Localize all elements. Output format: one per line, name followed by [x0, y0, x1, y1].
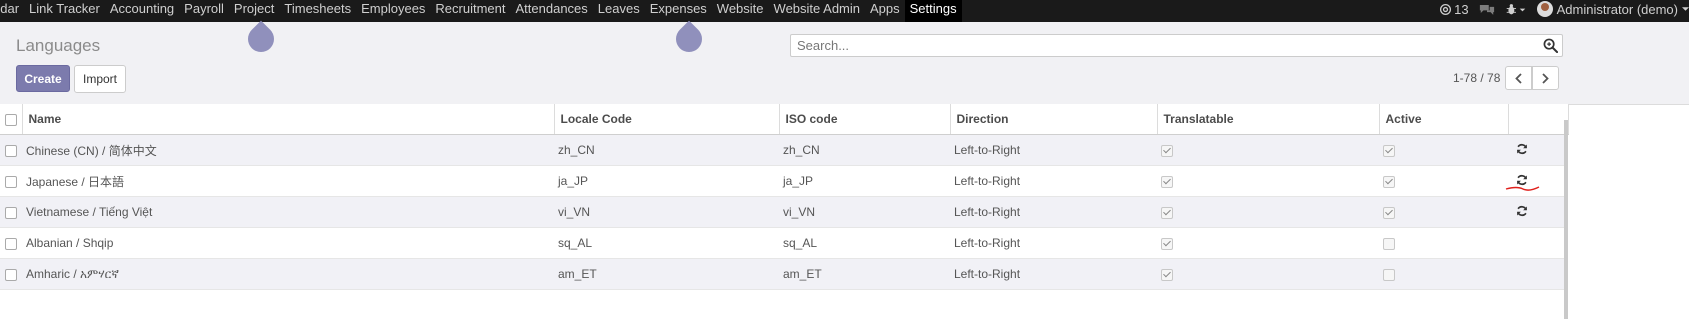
table-row[interactable]: Chinese (CN) / 简体中文 zh_CN zh_CN Left-to-Rig… — [0, 134, 1568, 166]
menu-item-apps[interactable]: Apps — [865, 0, 905, 22]
cell-iso: ja_JP — [779, 165, 950, 197]
column-header-actions — [1508, 104, 1569, 135]
table-row[interactable]: Vietnamese / Tiếng Việt vi_VN vi_VN Left-to… — [0, 196, 1568, 228]
chevron-left-icon — [1515, 72, 1522, 84]
column-header-iso[interactable]: ISO code — [779, 104, 951, 135]
column-header-name[interactable]: Name — [22, 104, 555, 135]
pager-next-button[interactable] — [1532, 66, 1559, 90]
cell-translatable — [1157, 196, 1379, 228]
cell-actions — [1508, 196, 1568, 228]
scrollbar[interactable] — [1564, 120, 1568, 319]
cell-translatable — [1157, 134, 1379, 166]
cell-actions — [1508, 134, 1568, 166]
cell-actions — [1508, 258, 1568, 290]
annotation-underline — [1505, 186, 1540, 191]
cell-active — [1379, 258, 1508, 290]
cell-locale: am_ET — [554, 258, 779, 290]
languages-list: Name Locale Code ISO code Direction Tran… — [0, 104, 1569, 290]
row-select-checkbox[interactable] — [0, 227, 22, 259]
menu-item-recruitment[interactable]: Recruitment — [430, 0, 510, 22]
column-header-direction[interactable]: Direction — [950, 104, 1158, 135]
user-name: Administrator (demo) — [1556, 1, 1678, 17]
cell-active — [1379, 134, 1508, 166]
refresh-icon[interactable] — [1516, 143, 1528, 155]
app-menu: ndarLink TrackerAccountingPayrollProject… — [0, 0, 962, 22]
systray: 13 Administrator (demo) — [1439, 0, 1689, 22]
menu-item-timesheets[interactable]: Timesheets — [279, 0, 356, 22]
cell-direction: Left-to-Right — [950, 134, 1157, 166]
table-header: Name Locale Code ISO code Direction Tran… — [0, 104, 1569, 135]
cell-locale: ja_JP — [554, 165, 779, 197]
cell-iso: vi_VN — [779, 196, 950, 228]
row-select-checkbox[interactable] — [0, 134, 22, 166]
menu-item-website[interactable]: Website — [712, 0, 769, 22]
refresh-icon[interactable] — [1516, 205, 1528, 217]
cell-name: Chinese (CN) / 简体中文 — [22, 134, 554, 166]
menu-item-ndar[interactable]: ndar — [0, 0, 24, 22]
cell-name: Amharic / አምሃርኛ — [22, 258, 554, 290]
import-button[interactable]: Import — [74, 65, 126, 93]
cell-locale: sq_AL — [554, 227, 779, 259]
pager-value[interactable]: 1-78 / 78 — [1453, 71, 1500, 85]
cell-active — [1379, 165, 1508, 197]
cell-direction: Left-to-Right — [950, 196, 1157, 228]
avatar — [1536, 1, 1553, 17]
chevron-right-icon — [1542, 72, 1549, 84]
cell-locale: vi_VN — [554, 196, 779, 228]
at-icon — [1439, 3, 1452, 16]
user-menu[interactable]: Administrator (demo) — [1536, 1, 1689, 17]
cell-name: Japanese / 日本語 — [22, 165, 554, 197]
menu-item-link-tracker[interactable]: Link Tracker — [24, 0, 105, 22]
cell-direction: Left-to-Right — [950, 258, 1157, 290]
menu-item-project[interactable]: Project — [229, 0, 279, 22]
cell-name: Vietnamese / Tiếng Việt — [22, 196, 554, 228]
menu-item-expenses[interactable]: Expenses — [645, 0, 712, 22]
menu-item-leaves[interactable]: Leaves — [593, 0, 645, 22]
mentions-counter[interactable]: 13 — [1439, 1, 1469, 17]
cell-name: Albanian / Shqip — [22, 227, 554, 259]
menu-item-settings[interactable]: Settings — [904, 0, 962, 22]
column-header-translatable[interactable]: Translatable — [1157, 104, 1380, 135]
table-row[interactable]: Albanian / Shqip sq_AL sq_AL Left-to-Right — [0, 227, 1568, 259]
table-row[interactable]: Amharic / አምሃርኛ am_ET am_ET Left-to-Right — [0, 258, 1568, 290]
search-icon[interactable] — [1543, 38, 1559, 58]
chevron-down-icon — [1682, 6, 1689, 12]
row-select-checkbox[interactable] — [0, 196, 22, 228]
cell-iso: sq_AL — [779, 227, 950, 259]
menu-item-payroll[interactable]: Payroll — [179, 0, 229, 22]
top-navbar: ndarLink TrackerAccountingPayrollProject… — [0, 0, 1689, 22]
table-row[interactable]: Japanese / 日本語 ja_JP ja_JP Left-to-Right — [0, 165, 1568, 197]
cell-direction: Left-to-Right — [950, 227, 1157, 259]
menu-item-employees[interactable]: Employees — [356, 0, 430, 22]
mention-count: 13 — [1454, 1, 1469, 17]
column-header-active[interactable]: Active — [1379, 104, 1509, 135]
debug-bug-icon[interactable] — [1505, 3, 1527, 16]
cell-direction: Left-to-Right — [950, 165, 1157, 197]
cell-iso: am_ET — [779, 258, 950, 290]
menu-item-accounting[interactable]: Accounting — [105, 0, 179, 22]
row-select-checkbox[interactable] — [0, 165, 22, 197]
cell-translatable — [1157, 258, 1379, 290]
create-button[interactable]: Create — [16, 65, 70, 92]
cell-locale: zh_CN — [554, 134, 779, 166]
page-title: Languages — [16, 36, 101, 55]
cell-active — [1379, 196, 1508, 228]
cell-translatable — [1157, 227, 1379, 259]
menu-item-website-admin[interactable]: Website Admin — [769, 0, 865, 22]
cell-iso: zh_CN — [779, 134, 950, 166]
row-select-checkbox[interactable] — [0, 258, 22, 290]
menu-item-attendances[interactable]: Attendances — [511, 0, 593, 22]
select-all-checkbox[interactable] — [0, 104, 23, 135]
column-header-locale[interactable]: Locale Code — [554, 104, 780, 135]
cell-active — [1379, 227, 1508, 259]
chat-bubbles-icon[interactable] — [1479, 3, 1495, 16]
cell-translatable — [1157, 165, 1379, 197]
cell-actions — [1508, 227, 1568, 259]
search-input[interactable] — [790, 34, 1563, 57]
pager-previous-button[interactable] — [1505, 66, 1532, 90]
